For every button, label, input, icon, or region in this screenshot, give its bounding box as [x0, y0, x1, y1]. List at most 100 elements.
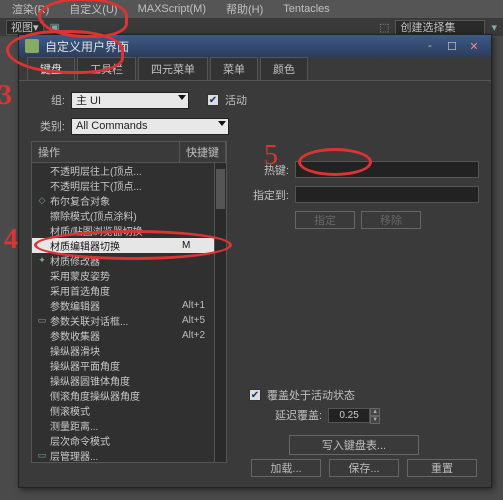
category-value: All Commands — [76, 120, 148, 132]
list-item-label: 参数编辑器 — [50, 298, 182, 313]
list-item[interactable]: 材质/贴图浏览器切换 — [32, 223, 226, 238]
list-item[interactable]: 参数编辑器Alt+1 — [32, 298, 226, 313]
group-label: 组: — [31, 92, 65, 108]
dialog-body: 组: 主 UI ✔ 活动 类别: All Commands 操作 快捷键 — [19, 81, 491, 471]
list-item-icon: ◇ — [36, 195, 48, 206]
list-item[interactable]: 采用首选角度 — [32, 283, 226, 298]
list-item[interactable]: 操纵器平面角度 — [32, 358, 226, 373]
dialog-tabs: 键盘 工具栏 四元菜单 菜单 颜色 — [19, 57, 491, 81]
tab-menu[interactable]: 菜单 — [210, 57, 258, 80]
maximize-button[interactable]: ☐ — [441, 38, 463, 54]
list-item[interactable]: 层次命令模式 — [32, 433, 226, 448]
list-item-label: 层管理器... — [50, 448, 182, 463]
menu-help[interactable]: 帮助(H) — [218, 1, 271, 17]
delay-spinner[interactable]: 0.25 ▲▼ — [328, 408, 380, 423]
menu-render[interactable]: 渲染(R) — [4, 1, 57, 17]
list-item-label: 不透明层往上(顶点... — [50, 163, 182, 178]
load-button[interactable]: 加载... — [251, 459, 321, 477]
view-combo[interactable]: 视图 ▾ — [6, 20, 44, 35]
list-item-label: 操纵器平面角度 — [50, 358, 182, 373]
category-label: 类别: — [31, 118, 65, 134]
customize-ui-dialog: 自定义用户界面 - ☐ ✕ 键盘 工具栏 四元菜单 菜单 颜色 组: 主 UI … — [18, 34, 492, 488]
dialog-titlebar[interactable]: 自定义用户界面 - ☐ ✕ — [19, 35, 491, 57]
list-item[interactable]: 侧滚模式 — [32, 403, 226, 418]
remove-button[interactable]: 移除 — [361, 211, 421, 229]
override-panel: ✔ 覆盖处于活动状态 延迟覆盖: 0.25 ▲▼ 写入键盘表... — [239, 385, 479, 455]
list-item[interactable]: ▭层管理器... — [32, 448, 226, 463]
list-item-icon: ▭ — [36, 450, 48, 461]
delay-value[interactable]: 0.25 — [328, 408, 370, 423]
tab-quadmenu[interactable]: 四元菜单 — [138, 57, 208, 80]
group-value: 主 UI — [76, 92, 101, 108]
list-item-label: 擦除模式(顶点涂料) — [50, 208, 182, 223]
action-list-header: 操作 快捷键 — [31, 141, 227, 163]
toolbar-icon[interactable]: ▾ — [491, 21, 497, 34]
override-checkbox-label: 覆盖处于活动状态 — [267, 387, 355, 403]
hotkey-input[interactable] — [295, 161, 479, 178]
list-item[interactable]: 材质编辑器切换M — [32, 238, 226, 253]
list-item-label: 参数关联对话框... — [50, 313, 182, 328]
list-item[interactable]: 擦除模式(顶点涂料) — [32, 208, 226, 223]
menu-maxscript[interactable]: MAXScript(M) — [130, 3, 214, 15]
assigned-to-display — [295, 186, 479, 203]
annotation-number: 4 — [4, 224, 18, 256]
list-item[interactable]: 不透明层往下(顶点... — [32, 178, 226, 193]
app-icon — [25, 39, 39, 53]
list-item[interactable]: 测量距离... — [32, 418, 226, 433]
list-item-label: 测量距离... — [50, 418, 182, 433]
list-item-icon: ✦ — [36, 255, 48, 266]
spinner-up-icon[interactable]: ▲ — [370, 408, 380, 416]
menu-customize[interactable]: 自定义(U) — [61, 1, 125, 17]
list-item-label: 侧滚角度操纵器角度 — [50, 388, 182, 403]
list-item[interactable]: ▭参数关联对话框...Alt+5 — [32, 313, 226, 328]
col-hotkey[interactable]: 快捷键 — [180, 142, 226, 162]
selection-set-combo[interactable]: 创建选择集 — [395, 20, 485, 35]
list-item[interactable]: ◇布尔复合对象 — [32, 193, 226, 208]
active-checkbox[interactable]: ✔ — [207, 94, 219, 106]
assigned-to-label: 指定到: — [239, 187, 289, 203]
reset-button[interactable]: 重置 — [407, 459, 477, 477]
active-checkbox-label: 活动 — [225, 92, 247, 108]
save-button[interactable]: 保存... — [329, 459, 399, 477]
tab-toolbar[interactable]: 工具栏 — [77, 57, 136, 80]
toolbar-icon[interactable]: ⬚ — [379, 21, 389, 34]
list-item-label: 材质修改器 — [50, 253, 182, 268]
list-item[interactable]: ✦材质修改器 — [32, 253, 226, 268]
group-dropdown[interactable]: 主 UI — [71, 92, 189, 109]
category-dropdown[interactable]: All Commands — [71, 118, 229, 135]
override-checkbox[interactable]: ✔ — [249, 389, 261, 401]
list-item-label: 侧滚模式 — [50, 403, 182, 418]
list-item-label: 材质编辑器切换 — [50, 238, 182, 253]
list-item-label: 不透明层往下(顶点... — [50, 178, 182, 193]
col-action[interactable]: 操作 — [32, 142, 180, 162]
list-item[interactable]: 操纵器圆锥体角度 — [32, 373, 226, 388]
list-item[interactable]: 不透明层往上(顶点... — [32, 163, 226, 178]
chevron-down-icon — [178, 95, 186, 100]
action-list: 操作 快捷键 不透明层往上(顶点...不透明层往下(顶点...◇布尔复合对象擦除… — [31, 141, 227, 463]
list-item[interactable]: 参数收集器Alt+2 — [32, 328, 226, 343]
assign-button[interactable]: 指定 — [295, 211, 355, 229]
list-item-label: 层次命令模式 — [50, 433, 182, 448]
action-list-body[interactable]: 不透明层往上(顶点...不透明层往下(顶点...◇布尔复合对象擦除模式(顶点涂料… — [31, 163, 227, 463]
list-item-label: 采用蒙皮姿势 — [50, 268, 182, 283]
close-button[interactable]: ✕ — [463, 38, 485, 54]
spinner-down-icon[interactable]: ▼ — [370, 416, 380, 424]
tab-color[interactable]: 颜色 — [260, 57, 308, 80]
tab-keyboard[interactable]: 键盘 — [27, 57, 75, 80]
chevron-down-icon — [218, 121, 226, 126]
scrollbar[interactable] — [214, 163, 226, 462]
write-keyboard-chart-button[interactable]: 写入键盘表... — [289, 435, 419, 455]
list-item[interactable]: 操纵器滑块 — [32, 343, 226, 358]
menu-tentacles[interactable]: Tentacles — [275, 3, 337, 15]
minimize-button[interactable]: - — [419, 38, 441, 54]
list-item-label: 操纵器滑块 — [50, 343, 182, 358]
list-item[interactable]: 采用蒙皮姿势 — [32, 268, 226, 283]
list-item-label: 采用首选角度 — [50, 283, 182, 298]
scroll-thumb[interactable] — [216, 169, 225, 209]
dialog-title: 自定义用户界面 — [45, 38, 129, 55]
dialog-bottom-buttons: 加载... 保存... 重置 — [251, 459, 477, 477]
toolbar-icon[interactable]: ▣ — [50, 21, 60, 34]
list-item[interactable]: 侧滚角度操纵器角度 — [32, 388, 226, 403]
list-item-icon: ▭ — [36, 315, 48, 326]
annotation-number: 3 — [0, 80, 12, 112]
